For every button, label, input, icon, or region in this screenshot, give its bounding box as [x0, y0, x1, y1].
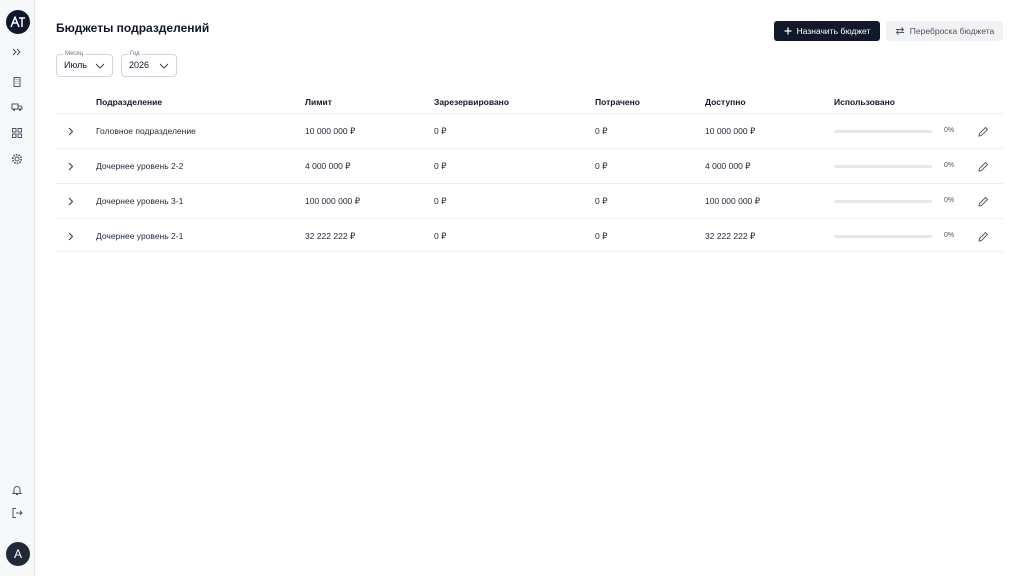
chevron-down-icon	[95, 63, 105, 69]
reserved-value: 0 ₽	[434, 231, 447, 241]
assign-budget-label: Назначить бюджет	[796, 26, 871, 36]
reserved-value: 0 ₽	[434, 196, 447, 206]
limit-value: 32 222 222 ₽	[305, 231, 356, 241]
logout-icon[interactable]	[8, 504, 26, 522]
available-value: 100 000 000 ₽	[705, 196, 761, 206]
department-name: Дочернее уровень 2-2	[96, 161, 184, 171]
reserved-value: 0 ₽	[434, 126, 447, 136]
department-name: Дочернее уровень 3-1	[96, 196, 184, 206]
usage-percent: 0%	[944, 197, 955, 204]
column-header-department: Подразделение	[96, 97, 163, 107]
year-select-value: 2026	[129, 60, 150, 70]
table-bottom-divider	[56, 251, 1003, 252]
table-row: Дочернее уровень 3-1 100 000 000 ₽ 0 ₽ 0…	[56, 183, 1003, 218]
year-select[interactable]: Год 2026	[121, 50, 177, 77]
expand-sidebar-icon[interactable]	[8, 43, 26, 61]
spent-value: 0 ₽	[595, 126, 608, 136]
reserved-value: 0 ₽	[434, 161, 447, 171]
table-row: Дочернее уровень 2-1 32 222 222 ₽ 0 ₽ 0 …	[56, 218, 1003, 253]
transfer-budget-button[interactable]: Переброска бюджета	[886, 21, 1003, 41]
usage-progress-bar	[834, 235, 932, 238]
limit-value: 10 000 000 ₽	[305, 126, 356, 136]
swap-arrows-icon	[895, 27, 904, 35]
column-header-used: Использовано	[834, 97, 895, 107]
usage-progress-bar	[834, 200, 932, 203]
year-select-label: Год	[128, 50, 142, 58]
page-title: Бюджеты подразделений	[56, 21, 210, 35]
plus-icon	[784, 27, 792, 35]
spent-value: 0 ₽	[595, 161, 608, 171]
expand-row-chevron-icon[interactable]	[65, 230, 77, 242]
assign-budget-button[interactable]: Назначить бюджет	[774, 21, 880, 41]
available-value: 4 000 000 ₽	[705, 161, 751, 171]
expand-row-chevron-icon[interactable]	[65, 195, 77, 207]
column-header-limit: Лимит	[305, 97, 332, 107]
expand-row-chevron-icon[interactable]	[65, 125, 77, 137]
department-name: Головное подразделение	[96, 126, 196, 136]
logo-mark	[10, 16, 25, 28]
column-header-available: Доступно	[705, 97, 746, 107]
sidebar: A	[0, 0, 35, 576]
limit-value: 4 000 000 ₽	[305, 161, 351, 171]
edit-pencil-icon[interactable]	[977, 230, 989, 242]
month-select-value: Июль	[64, 60, 87, 70]
avatar-initial: A	[13, 547, 22, 561]
department-name: Дочернее уровень 2-1	[96, 231, 184, 241]
usage-percent: 0%	[944, 127, 955, 134]
column-header-reserved: Зарезервировано	[434, 97, 510, 107]
month-select[interactable]: Месяц Июль	[56, 50, 113, 77]
usage-percent: 0%	[944, 162, 955, 169]
limit-value: 100 000 000 ₽	[305, 196, 361, 206]
available-value: 32 222 222 ₽	[705, 231, 756, 241]
expand-row-chevron-icon[interactable]	[65, 160, 77, 172]
bell-icon[interactable]	[8, 481, 26, 499]
usage-progress-bar	[834, 165, 932, 168]
month-select-label: Месяц	[63, 50, 86, 58]
grid-icon[interactable]	[8, 124, 26, 142]
spent-value: 0 ₽	[595, 231, 608, 241]
truck-icon[interactable]	[8, 98, 26, 116]
usage-progress-bar	[834, 130, 932, 133]
edit-pencil-icon[interactable]	[977, 125, 989, 137]
spent-value: 0 ₽	[595, 196, 608, 206]
chevron-down-icon	[159, 63, 169, 69]
building-icon[interactable]	[8, 73, 26, 91]
avatar[interactable]: A	[6, 542, 30, 566]
logo-icon[interactable]	[6, 10, 30, 34]
available-value: 10 000 000 ₽	[705, 126, 756, 136]
table-row: Головное подразделение 10 000 000 ₽ 0 ₽ …	[56, 113, 1003, 148]
table-row: Дочернее уровень 2-2 4 000 000 ₽ 0 ₽ 0 ₽…	[56, 148, 1003, 183]
column-header-spent: Потрачено	[595, 97, 640, 107]
edit-pencil-icon[interactable]	[977, 195, 989, 207]
gear-icon[interactable]	[8, 150, 26, 168]
edit-pencil-icon[interactable]	[977, 160, 989, 172]
usage-percent: 0%	[944, 232, 955, 239]
transfer-budget-label: Переброска бюджета	[909, 26, 995, 36]
